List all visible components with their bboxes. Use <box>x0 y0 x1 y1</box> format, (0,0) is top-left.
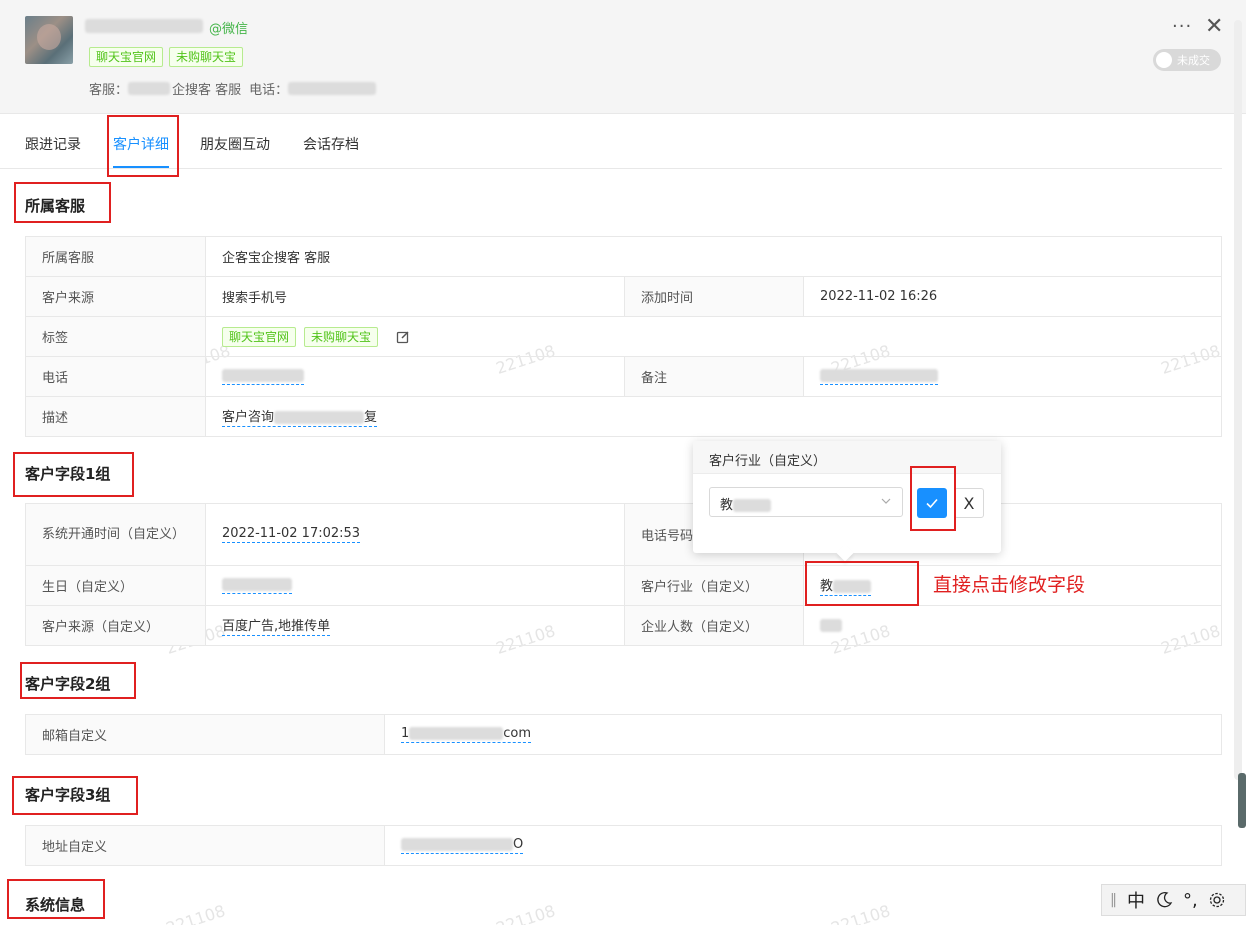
field-label: 备注 <box>625 357 803 396</box>
highlight-box-system <box>7 879 105 919</box>
service-table: 所属客服 企客宝企搜客 客服 客户来源 搜索手机号 添加时间 2022-11-0… <box>25 236 1222 437</box>
edit-icon[interactable] <box>396 330 410 344</box>
tag-badge: 未购聊天宝 <box>169 47 244 67</box>
field-label: 生日（自定义） <box>26 566 205 605</box>
ime-divider: ‖ <box>1110 892 1117 908</box>
field-label: 所属客服 <box>26 237 205 276</box>
source-value[interactable]: 百度广告,地推传单 <box>206 606 624 645</box>
customer-name-redacted <box>85 19 203 33</box>
group3-table: 地址自定义 O <box>25 825 1222 866</box>
editable-field[interactable]: 百度广告,地推传单 <box>222 615 331 636</box>
field-value: 搜索手机号 <box>222 291 288 306</box>
redacted-text <box>128 82 171 95</box>
group2-table: 邮箱自定义 1 com <box>25 714 1222 755</box>
email-value[interactable]: 1 com <box>385 715 1222 754</box>
ime-language-toggle[interactable]: 中 <box>1127 887 1145 913</box>
more-icon[interactable]: ··· <box>1172 16 1192 37</box>
field-value: 2022-11-02 16:26 <box>820 289 938 304</box>
table-row: 电话 备注 <box>26 357 1221 397</box>
scrollbar-track[interactable] <box>1234 20 1242 780</box>
wechat-label: @微信 <box>209 22 249 37</box>
address-value[interactable]: O <box>385 826 1222 865</box>
service-info: 客服： 企搜客 客服 电话： <box>89 79 377 98</box>
deal-status-toggle[interactable]: 未成交 <box>1153 49 1221 71</box>
editable-field[interactable]: 2022-11-02 17:02:53 <box>222 526 361 543</box>
field-label: 地址自定义 <box>26 826 384 865</box>
field-label: 描述 <box>26 397 205 436</box>
description-value[interactable]: 客户咨询复 <box>206 397 1222 436</box>
field-label: 邮箱自定义 <box>26 715 384 754</box>
chevron-down-icon <box>880 495 892 511</box>
highlight-box-tab <box>107 115 179 177</box>
tag-badge: 聊天宝官网 <box>89 47 164 67</box>
customer-header: @微信 聊天宝官网 未购聊天宝 客服： 企搜客 客服 电话： ··· ✕ 未成交 <box>0 0 1246 114</box>
open-time-value[interactable]: 2022-11-02 17:02:53 <box>206 504 624 565</box>
redacted-phone <box>288 82 377 95</box>
close-icon[interactable]: ✕ <box>1205 16 1223 38</box>
staff-value-redacted[interactable] <box>804 606 1222 645</box>
gear-icon[interactable] <box>1208 891 1226 909</box>
field-label: 电话 <box>26 357 205 396</box>
editable-field[interactable]: 客户咨询复 <box>222 406 378 427</box>
watermark: 221108 <box>828 901 893 925</box>
moon-icon[interactable] <box>1155 891 1173 909</box>
field-label: 添加时间 <box>625 277 803 316</box>
field-label: 企业人数（自定义） <box>625 606 803 645</box>
highlight-box-group1 <box>13 452 134 497</box>
ime-punctuation-toggle[interactable]: °, <box>1183 890 1198 911</box>
watermark: 221108 <box>163 901 228 925</box>
highlight-box-group2 <box>20 662 136 699</box>
table-row: 标签 聊天宝官网 未购聊天宝 <box>26 317 1221 357</box>
table-row: 地址自定义 O <box>26 826 1221 866</box>
table-row: 描述 客户咨询复 <box>26 397 1221 437</box>
table-row: 所属客服 企客宝企搜客 客服 <box>26 237 1221 277</box>
tab-bar: 跟进记录 客户详细 朋友圈互动 会话存档 <box>0 114 1222 169</box>
field-label: 客户来源 <box>26 277 205 316</box>
field-label: 客户来源（自定义） <box>26 606 205 645</box>
highlight-box-group3 <box>12 776 138 815</box>
service-label: 客服： <box>89 83 129 98</box>
tag-badge: 未购聊天宝 <box>304 326 379 347</box>
tab-moments[interactable]: 朋友圈互动 <box>200 134 270 154</box>
tag-badge: 聊天宝官网 <box>222 326 297 347</box>
table-row: 邮箱自定义 1 com <box>26 715 1221 755</box>
phone-value-redacted[interactable] <box>206 357 624 396</box>
annotation-text: 直接点击修改字段 <box>933 574 1086 596</box>
cancel-button[interactable]: X <box>954 488 984 518</box>
tab-follow-up[interactable]: 跟进记录 <box>25 134 81 154</box>
editable-field[interactable] <box>222 368 304 385</box>
field-label: 客户行业（自定义） <box>625 566 803 605</box>
field-label: 标签 <box>26 317 205 356</box>
table-row: 客户来源 搜索手机号 添加时间 2022-11-02 16:26 <box>26 277 1221 317</box>
header-tags: 聊天宝官网 未购聊天宝 <box>89 47 244 67</box>
phone-label: 电话： <box>249 83 289 98</box>
table-row: 客户来源（自定义） 百度广告,地推传单 企业人数（自定义） <box>26 606 1221 646</box>
toggle-knob <box>1156 52 1172 68</box>
highlight-box-industry <box>805 561 919 606</box>
editable-field[interactable] <box>222 577 292 594</box>
highlight-box-confirm <box>910 466 956 531</box>
service-value: 企搜客 客服 <box>172 83 242 98</box>
highlight-box-service <box>14 182 111 223</box>
editable-field[interactable]: O <box>401 837 524 854</box>
table-row: 系统开通时间（自定义） 2022-11-02 17:02:53 电话号码 <box>26 504 1221 566</box>
birthday-value-redacted[interactable] <box>206 566 624 605</box>
ime-toolbar: ‖ 中 °, <box>1101 884 1246 916</box>
avatar[interactable] <box>25 16 73 64</box>
editable-field[interactable] <box>820 368 938 385</box>
remark-value-redacted[interactable] <box>804 357 1222 396</box>
scrollbar-thumb[interactable] <box>1238 773 1246 828</box>
field-label: 系统开通时间（自定义） <box>26 504 205 565</box>
watermark: 221108 <box>493 901 558 925</box>
industry-select[interactable]: 教 <box>709 487 903 517</box>
tab-chat-archive[interactable]: 会话存档 <box>303 134 359 154</box>
toggle-label: 未成交 <box>1177 54 1210 67</box>
field-value: 企客宝企搜客 客服 <box>222 251 331 266</box>
editable-field[interactable]: 1 com <box>401 726 532 743</box>
tags-value: 聊天宝官网 未购聊天宝 <box>206 317 1222 356</box>
